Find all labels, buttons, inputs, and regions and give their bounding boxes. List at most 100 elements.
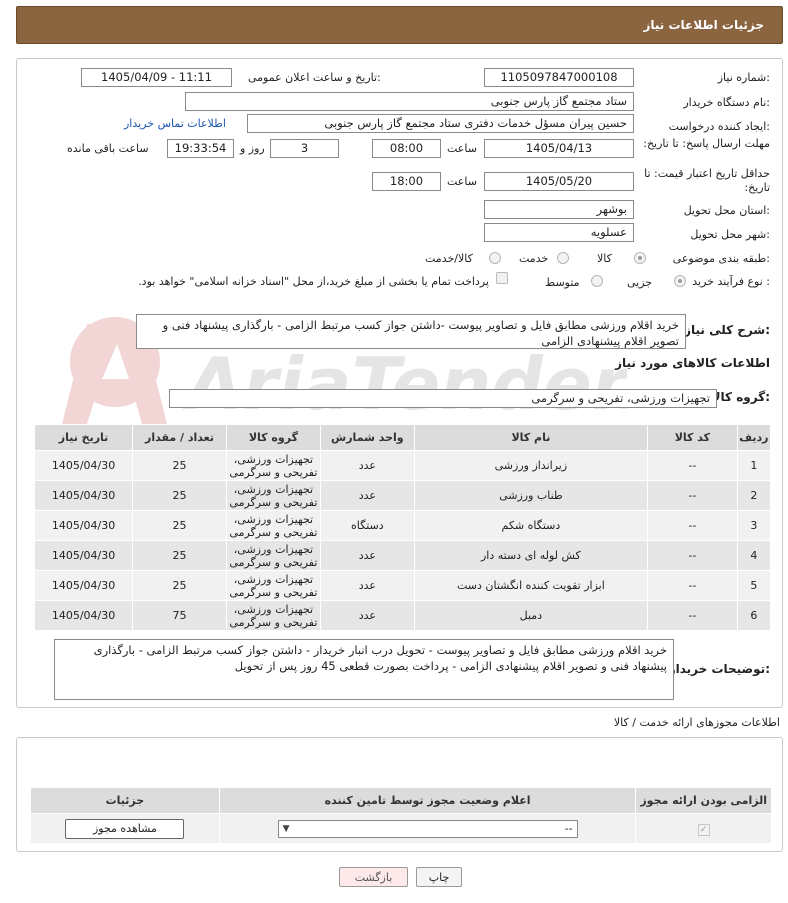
cell-row: 6 bbox=[736, 600, 772, 631]
col-name: نام کالا bbox=[413, 424, 649, 451]
province-field: بوشهر bbox=[484, 200, 634, 219]
description-textarea[interactable]: خرید اقلام ورزشی مطابق فایل و تصاویر پیو… bbox=[136, 314, 686, 349]
buyer-org-label: نام دستگاه خریدار: bbox=[683, 96, 770, 109]
price-time-field: 18:00 bbox=[372, 172, 441, 191]
cell-date: 1405/04/30 bbox=[33, 600, 134, 631]
cell-name: زیرانداز ورزشی bbox=[413, 450, 649, 481]
col-qty: تعداد / مقدار bbox=[132, 424, 227, 451]
buyer-notes-label: توضیحات خریدار: bbox=[668, 662, 770, 676]
cell-date: 1405/04/30 bbox=[33, 510, 134, 541]
category-label: طبقه بندی موضوعی: bbox=[672, 252, 770, 265]
cell-row: 2 bbox=[736, 480, 772, 511]
view-permit-button[interactable]: مشاهده مجوز bbox=[65, 818, 185, 839]
buyer-contact-link[interactable]: اطلاعات تماس خریدار bbox=[124, 117, 226, 130]
cell-row: 5 bbox=[736, 570, 772, 601]
cell-qty: 25 bbox=[132, 450, 227, 481]
payment-note: پرداخت تمام یا بخشی از مبلغ خرید،از محل … bbox=[138, 275, 489, 288]
permit-status-value: -- bbox=[564, 822, 573, 835]
print-button[interactable]: چاپ bbox=[416, 867, 462, 887]
need-number-label: شماره نیاز: bbox=[717, 71, 770, 84]
cell-code: -- bbox=[647, 570, 738, 601]
price-date-field: 1405/05/20 bbox=[484, 172, 634, 191]
cell-qty: 75 bbox=[132, 600, 227, 631]
cell-group: تجهیزات ورزشی، تفریحی و سرگرمی bbox=[225, 480, 321, 511]
need-number-field: 1105097847000108 bbox=[484, 68, 634, 87]
process-radio-medium[interactable] bbox=[591, 275, 603, 287]
buyer-org-field: ستاد مجتمع گاز پارس جنوبی bbox=[185, 92, 634, 111]
cell-group: تجهیزات ورزشی، تفریحی و سرگرمی bbox=[225, 570, 321, 601]
reply-time-label: ساعت bbox=[447, 142, 477, 155]
col-status: اعلام وضعیت مجوز توسط تامین کننده bbox=[218, 787, 637, 814]
table-row: ✓ ▼ -- مشاهده مجوز bbox=[30, 813, 772, 844]
cell-date: 1405/04/30 bbox=[33, 450, 134, 481]
days-field: 3 bbox=[270, 139, 339, 158]
cell-name: طناب ورزشی bbox=[413, 480, 649, 511]
cell-status: ▼ -- bbox=[218, 813, 637, 844]
cell-required: ✓ bbox=[635, 813, 772, 844]
cell-group: تجهیزات ورزشی، تفریحی و سرگرمی bbox=[225, 510, 321, 541]
process-option-medium: متوسط bbox=[545, 276, 580, 289]
cell-qty: 25 bbox=[132, 540, 227, 571]
goods-table-header: ردیف کد کالا نام کالا واحد شمارش گروه کا… bbox=[33, 424, 772, 451]
table-row: 3 -- دستگاه شکم دستگاه تجهیزات ورزشی، تف… bbox=[33, 510, 772, 541]
table-row: 6 -- دمبل عدد تجهیزات ورزشی، تفریحی و سر… bbox=[33, 600, 772, 631]
cell-unit: عدد bbox=[319, 540, 415, 571]
cell-code: -- bbox=[647, 510, 738, 541]
cell-name: ابزار تقویت کننده انگشتان دست bbox=[413, 570, 649, 601]
process-radio-minor[interactable] bbox=[674, 275, 686, 287]
announce-date-field: 1405/04/09 - 11:11 bbox=[81, 68, 232, 87]
category-option-goods: کالا bbox=[597, 252, 612, 265]
col-row: ردیف bbox=[736, 424, 772, 451]
cell-unit: عدد bbox=[319, 570, 415, 601]
col-group: گروه کالا bbox=[225, 424, 321, 451]
permits-section-title: اطلاعات مجوزهای ارائه خدمت / کالا bbox=[613, 716, 780, 729]
page-title: جزئیات اطلاعات نیاز bbox=[643, 18, 764, 32]
category-radio-goods[interactable] bbox=[634, 252, 646, 264]
permits-table: الزامی بودن ارائه مجوز اعلام وضعیت مجوز … bbox=[30, 787, 772, 844]
goods-group-field: تجهیزات ورزشی، تفریحی و سرگرمی bbox=[169, 389, 717, 408]
col-required: الزامی بودن ارائه مجوز bbox=[635, 787, 772, 814]
buyer-notes-textarea[interactable]: خرید اقلام ورزشی مطابق فایل و تصاویر پیو… bbox=[54, 639, 674, 700]
cell-unit: عدد bbox=[319, 480, 415, 511]
goods-table: ردیف کد کالا نام کالا واحد شمارش گروه کا… bbox=[33, 424, 772, 631]
creator-label: ایجاد کننده درخواست: bbox=[668, 120, 770, 133]
col-date: تاریخ نیاز bbox=[33, 424, 134, 451]
cell-name: کش لوله ای دسته دار bbox=[413, 540, 649, 571]
cell-qty: 25 bbox=[132, 570, 227, 601]
cell-group: تجهیزات ورزشی، تفریحی و سرگرمی bbox=[225, 450, 321, 481]
chevron-down-icon: ▼ bbox=[282, 823, 290, 834]
watermark-text: AriaTender.neT bbox=[182, 342, 627, 426]
back-button[interactable]: بازگشت bbox=[339, 867, 408, 887]
category-option-both: کالا/خدمت bbox=[425, 252, 473, 265]
cell-unit: عدد bbox=[319, 600, 415, 631]
cell-name: دستگاه شکم bbox=[413, 510, 649, 541]
cell-code: -- bbox=[647, 600, 738, 631]
col-unit: واحد شمارش bbox=[319, 424, 415, 451]
cell-date: 1405/04/30 bbox=[33, 570, 134, 601]
cell-name: دمبل bbox=[413, 600, 649, 631]
days-label: روز و bbox=[240, 142, 265, 155]
cell-code: -- bbox=[647, 480, 738, 511]
category-radio-both[interactable] bbox=[489, 252, 501, 264]
price-deadline-label: حداقل تاریخ اعتبار قیمت: تا تاریخ: bbox=[644, 167, 770, 194]
permits-table-header: الزامی بودن ارائه مجوز اعلام وضعیت مجوز … bbox=[30, 787, 772, 814]
city-label: شهر محل تحویل: bbox=[690, 228, 770, 241]
table-row: 2 -- طناب ورزشی عدد تجهیزات ورزشی، تفریح… bbox=[33, 480, 772, 511]
cell-code: -- bbox=[647, 540, 738, 571]
table-row: 1 -- زیرانداز ورزشی عدد تجهیزات ورزشی، ت… bbox=[33, 450, 772, 481]
col-code: کد کالا bbox=[647, 424, 738, 451]
treasury-checkbox[interactable] bbox=[496, 272, 508, 284]
permit-status-select[interactable]: ▼ -- bbox=[277, 819, 578, 838]
category-radio-service[interactable] bbox=[557, 252, 569, 264]
cell-code: -- bbox=[647, 450, 738, 481]
col-details: جزئیات bbox=[30, 787, 220, 814]
table-row: 5 -- ابزار تقویت کننده انگشتان دست عدد ت… bbox=[33, 570, 772, 601]
cell-row: 3 bbox=[736, 510, 772, 541]
cell-qty: 25 bbox=[132, 510, 227, 541]
cell-unit: عدد bbox=[319, 450, 415, 481]
goods-group-label: گروه کالا: bbox=[711, 390, 770, 404]
cell-row: 4 bbox=[736, 540, 772, 571]
description-label: شرح کلی نیاز: bbox=[684, 323, 770, 337]
cell-group: تجهیزات ورزشی، تفریحی و سرگرمی bbox=[225, 540, 321, 571]
remaining-time-label: ساعت باقی مانده bbox=[67, 142, 149, 155]
